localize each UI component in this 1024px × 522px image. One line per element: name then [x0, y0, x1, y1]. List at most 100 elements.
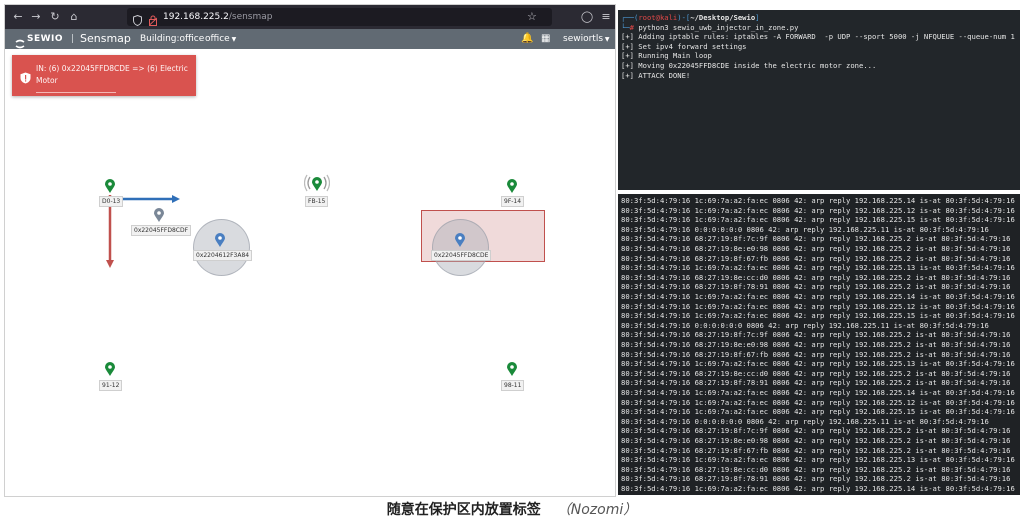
arp-log-line: 80:3f:5d:4:79:16 0:0:0:0:0:0 0806 42: ar… — [621, 224, 989, 234]
bookmark-star-icon[interactable]: ☆ — [527, 10, 539, 24]
browser-window: ← → ↻ ⌂ 192.168.225.2/sensmap ☆ ◯ ≡ SEWI… — [4, 4, 616, 497]
terminal-output-line: [+] Adding iptable rules: iptables -A FO… — [621, 32, 1015, 42]
arp-log-line: 80:3f:5d:4:79:16 68:27:19:8e:e0:98 0806 … — [621, 244, 1011, 253]
tag-pin-icon[interactable] — [154, 208, 164, 222]
terminal-output-line: [+] Running Main loop — [621, 51, 712, 61]
app-logo-text: SEWIO — [27, 34, 64, 44]
attack-terminal[interactable]: ┌──(root@kali)-[~/Desktop/Sewio] └─# pyt… — [618, 10, 1020, 190]
terminal-output-line: [+] Moving 0x22045FFD8CDE inside the ele… — [621, 61, 877, 70]
tag-pin-icon[interactable] — [215, 233, 225, 247]
prompt-mid: )-[ — [677, 13, 691, 22]
arp-log-line: 80:3f:5d:4:79:16 68:27:19:8f:67:fb 0806 … — [621, 445, 1011, 455]
anchor-pin-icon[interactable] — [105, 179, 115, 193]
prompt-path: ~/Desktop/Sewio — [690, 13, 756, 22]
building-selector[interactable]: Building:office — [140, 29, 204, 49]
arp-log-line: 80:3f:5d:4:79:16 68:27:19:8e:cc:d0 0806 … — [621, 464, 1011, 474]
floor-selector[interactable]: office ▼ — [205, 29, 236, 50]
command-prompt-symbol: └─ — [621, 22, 630, 32]
arp-log-line: 80:3f:5d:4:79:16 68:27:19:8f:78:91 0806 … — [621, 378, 1011, 388]
url-path: /sensmap — [228, 12, 273, 22]
tag-pin-icon[interactable] — [455, 233, 465, 247]
alert-progress-line — [36, 92, 116, 93]
arp-log-line: 80:3f:5d:4:79:16 1c:69:7a:a2:fa:ec 0806 … — [621, 301, 1015, 311]
arp-log-line: 80:3f:5d:4:79:16 68:27:19:8f:67:fb 0806 … — [621, 349, 1011, 359]
user-caret-down-icon: ▼ — [603, 36, 610, 43]
url-host: 192.168.225.2 — [163, 12, 229, 22]
arp-log-line: 80:3f:5d:4:79:16 1c:69:7a:a2:fa:ec 0806 … — [621, 388, 1015, 397]
anchor-label: D0-13 — [99, 196, 124, 207]
arp-log-line: 80:3f:5d:4:79:16 1c:69:7a:a2:fa:ec 0806 … — [621, 484, 1015, 493]
arp-log-line: 80:3f:5d:4:79:16 1c:69:7a:a2:fa:ec 0806 … — [621, 215, 1015, 225]
arp-log-line: 80:3f:5d:4:79:16 68:27:19:8e:cc:d0 0806 … — [621, 272, 1011, 282]
pocket-icon[interactable]: ◯ — [580, 9, 594, 25]
sensmap-app-bar: SEWIO | Sensmap Building:office office ▼… — [5, 29, 615, 50]
back-arrow-icon[interactable]: ← — [11, 9, 25, 25]
arp-log-line: 80:3f:5d:4:79:16 68:27:19:8f:78:91 0806 … — [621, 282, 1011, 292]
anchor-label: 98-11 — [501, 380, 525, 391]
prompt-suffix: ] — [755, 13, 760, 22]
tag-accuracy-disc — [193, 219, 250, 276]
arp-log-line: 80:3f:5d:4:79:16 68:27:19:8e:e0:98 0806 … — [621, 340, 1011, 349]
arp-log-line: 80:3f:5d:4:79:16 1c:69:7a:a2:fa:ec 0806 … — [621, 359, 1015, 369]
caption-text: 随意在保护区内放置标签 — [386, 502, 541, 518]
insecure-lock-icon[interactable] — [148, 11, 158, 26]
arp-log-line: 80:3f:5d:4:79:16 68:27:19:8f:7c:9f 0806 … — [621, 330, 1011, 340]
floor-selector-label: office — [205, 34, 230, 44]
browser-toolbar: ← → ↻ ⌂ 192.168.225.2/sensmap ☆ ◯ ≡ — [5, 5, 615, 29]
map-canvas[interactable]: IN: (6) 0x22045FFD8CDE => (6) Electric M… — [5, 49, 615, 496]
arp-log-line: 80:3f:5d:4:79:16 68:27:19:8f:78:91 0806 … — [621, 474, 1011, 484]
arp-log-line: 80:3f:5d:4:79:16 1c:69:7a:a2:fa:ec 0806 … — [621, 311, 1015, 321]
anchor-pin-icon[interactable] — [507, 362, 517, 376]
arp-log-line: 80:3f:5d:4:79:16 0:0:0:0:0:0 0806 42: ar… — [621, 416, 989, 426]
arp-log-line: 80:3f:5d:4:79:16 1c:69:7a:a2:fa:ec 0806 … — [621, 455, 1015, 465]
alert-shield-icon — [20, 69, 31, 84]
terminal-output-line: [+] Set ipv4 forward settings — [621, 41, 747, 51]
arp-log-line: 80:3f:5d:4:79:16 68:27:19:8e:cc:d0 0806 … — [621, 368, 1011, 378]
anchor-pin-icon[interactable] — [105, 362, 115, 376]
arp-log-line: 80:3f:5d:4:79:16 68:27:19:8e:e0:98 0806 … — [621, 436, 1011, 445]
reload-icon[interactable]: ↻ — [48, 9, 62, 25]
arp-log-line: 80:3f:5d:4:79:16 0:0:0:0:0:0 0806 42: ar… — [621, 320, 989, 330]
grid-apps-icon[interactable]: ▦ — [541, 29, 550, 49]
command-hash: # — [629, 22, 639, 32]
tag-label: 0x2204612F3A84 — [193, 250, 253, 261]
address-bar[interactable]: 192.168.225.2/sensmap ☆ — [127, 8, 552, 27]
caption-source: （Nozomi） — [556, 502, 638, 518]
tag-accuracy-disc — [432, 219, 489, 276]
caret-down-icon: ▼ — [229, 36, 237, 43]
arp-log-line: 80:3f:5d:4:79:16 68:27:19:8f:7c:9f 0806 … — [621, 234, 1011, 244]
zone-alert-notification[interactable]: IN: (6) 0x22045FFD8CDE => (6) Electric M… — [12, 55, 196, 96]
arp-log-line: 80:3f:5d:4:79:16 1c:69:7a:a2:fa:ec 0806 … — [621, 205, 1015, 215]
user-menu[interactable]: sewiortls ▼ — [563, 29, 610, 50]
url-text: 192.168.225.2/sensmap — [163, 10, 273, 24]
command-line: └─# python3 sewio_uwb_injector_in_zone.p… — [621, 23, 798, 33]
prompt-user: root@kali — [638, 13, 678, 22]
arp-log-line: 80:3f:5d:4:79:16 68:27:19:8f:67:fb 0806 … — [621, 253, 1011, 263]
tag-label: 0x22045FFD8CDE — [431, 250, 492, 261]
arp-log-line: 80:3f:5d:4:79:16 1c:69:7a:a2:fa:ec 0806 … — [621, 196, 1015, 205]
arp-log-line: 80:3f:5d:4:79:16 1c:69:7a:a2:fa:ec 0806 … — [621, 407, 1015, 417]
arp-spoof-terminal[interactable]: 80:3f:5d:4:79:16 1c:69:7a:a2:fa:ec 0806 … — [618, 194, 1020, 495]
anchor-label: 9F-14 — [501, 196, 525, 207]
app-divider: | — [71, 34, 75, 44]
forward-arrow-icon[interactable]: → — [29, 9, 43, 25]
prompt-line: ┌──(root@kali)-[~/Desktop/Sewio] — [621, 13, 760, 23]
menu-icon[interactable]: ≡ — [599, 9, 613, 25]
tag-label: 0x22045FFD8CDF — [131, 225, 192, 236]
arp-log-line: 80:3f:5d:4:79:16 68:27:19:8f:7c:9f 0806 … — [621, 426, 1011, 436]
anchor-pin-icon[interactable] — [507, 179, 517, 193]
anchor-pin-icon[interactable] — [312, 177, 322, 191]
terminal-output-line: [+] ATTACK DONE! — [621, 70, 691, 80]
notification-bell-icon[interactable]: 🔔 — [521, 29, 533, 49]
home-icon[interactable]: ⌂ — [67, 9, 81, 25]
arp-log-line: 80:3f:5d:4:79:16 1c:69:7a:a2:fa:ec 0806 … — [621, 292, 1015, 301]
arp-log-line: 80:3f:5d:4:79:16 1c:69:7a:a2:fa:ec 0806 … — [621, 397, 1015, 407]
app-product-name: Sensmap — [80, 32, 131, 45]
sewio-logo-icon — [15, 34, 25, 49]
shield-icon — [133, 11, 142, 27]
command-text: python3 sewio_uwb_injector_in_zone.py — [638, 22, 799, 32]
user-name: sewiortls — [563, 34, 604, 44]
alert-message: IN: (6) 0x22045FFD8CDE => (6) Electric M… — [36, 64, 188, 85]
prompt-prefix: ┌──( — [621, 13, 639, 22]
anchor-label: FB-15 — [305, 196, 329, 207]
